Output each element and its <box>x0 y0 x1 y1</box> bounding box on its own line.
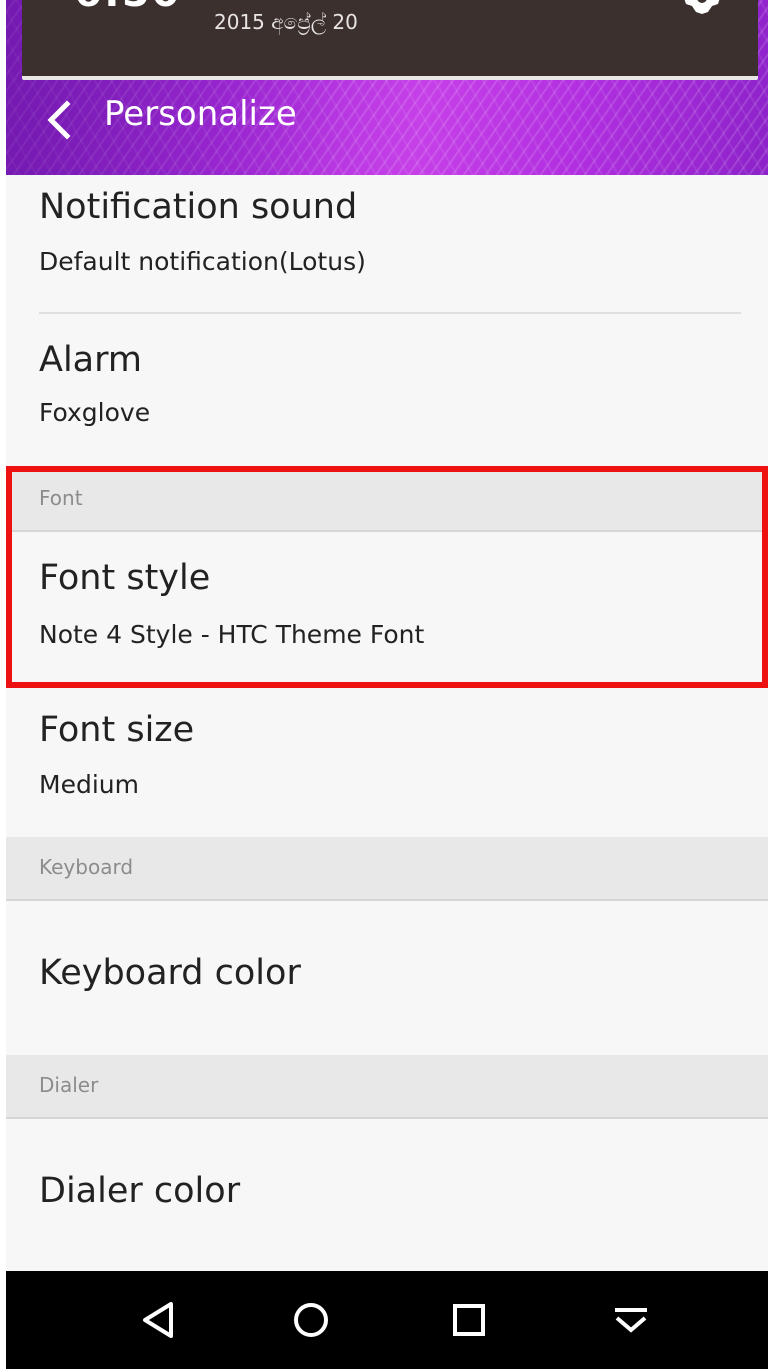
date-text: 2015 අප්‍රේල් 20 <box>214 10 358 34</box>
navigation-bar <box>6 1271 768 1369</box>
item-title: Font style <box>39 558 211 598</box>
item-subtitle: Medium <box>39 770 139 799</box>
section-header-font: Font <box>6 470 768 532</box>
divider <box>39 312 741 314</box>
list-item-font-style[interactable]: Font style Note 4 Style - HTC Theme Font <box>6 532 768 684</box>
item-subtitle: Note 4 Style - HTC Theme Font <box>39 620 425 649</box>
list-item-dialer-color[interactable]: Dialer color <box>6 1121 768 1271</box>
recents-icon <box>453 1304 485 1336</box>
item-subtitle: Foxglove <box>39 398 151 427</box>
section-header-keyboard: Keyboard <box>6 837 768 901</box>
nav-back-button[interactable] <box>132 1293 186 1347</box>
list-item-notification-sound[interactable]: Notification sound Default notification(… <box>6 175 768 315</box>
chevron-left-icon <box>47 100 71 140</box>
section-header-label: Keyboard <box>39 855 134 879</box>
item-subtitle: Default notification(Lotus) <box>39 247 366 276</box>
section-header-label: Dialer <box>39 1073 99 1097</box>
app-header: 6:50 2015 අප්‍රේල් 20 Personalize <box>6 0 768 175</box>
item-title: Alarm <box>39 340 142 380</box>
item-title: Keyboard color <box>39 953 301 993</box>
home-icon <box>294 1303 328 1337</box>
nav-dropdown-button[interactable] <box>604 1293 658 1347</box>
screen: 6:50 2015 අප්‍රේල් 20 Personalize Notifi… <box>6 0 768 1369</box>
list-item-keyboard-color[interactable]: Keyboard color <box>6 903 768 1055</box>
gear-icon[interactable] <box>682 0 722 16</box>
list-item-alarm[interactable]: Alarm Foxglove <box>6 316 768 466</box>
list-item-font-size[interactable]: Font size Medium <box>6 690 768 836</box>
section-header-label: Font <box>39 486 83 510</box>
item-title: Font size <box>39 710 195 750</box>
nav-recents-button[interactable] <box>442 1293 496 1347</box>
item-title: Notification sound <box>39 187 358 227</box>
back-button[interactable] <box>34 96 82 144</box>
nav-home-button[interactable] <box>284 1293 338 1347</box>
dropdown-icon <box>615 1308 647 1333</box>
notification-panel[interactable]: 6:50 2015 අප්‍රේල් 20 <box>22 0 758 80</box>
back-icon <box>143 1302 173 1338</box>
page-title: Personalize <box>104 94 297 134</box>
clock-text: 6:50 <box>74 0 182 16</box>
item-title: Dialer color <box>39 1171 241 1211</box>
section-header-dialer: Dialer <box>6 1055 768 1119</box>
